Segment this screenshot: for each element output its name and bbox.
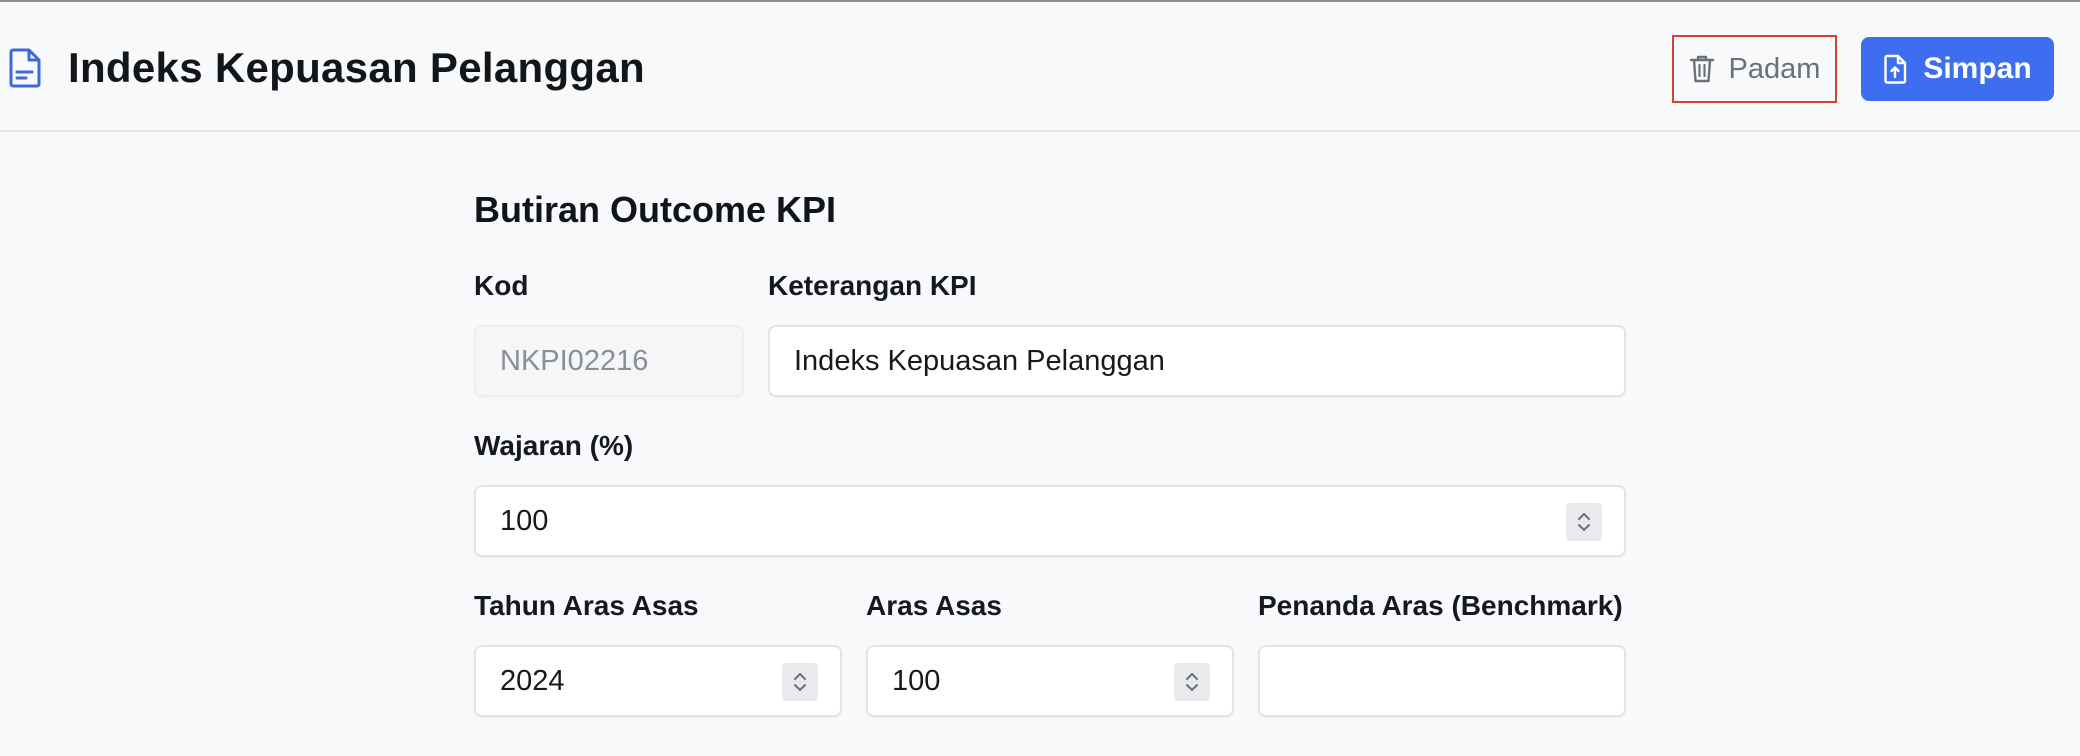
file-upload-icon — [1884, 54, 1907, 84]
tahun-aras-asas-label: Tahun Aras Asas — [474, 590, 699, 621]
tahun-aras-asas-stepper[interactable] — [782, 663, 818, 701]
wajaran-label: Wajaran (%) — [474, 430, 634, 461]
tahun-aras-asas-field[interactable]: 2024 — [474, 645, 842, 717]
delete-button-label: Padam — [1728, 52, 1821, 85]
kod-value: NKPI02216 — [500, 344, 649, 377]
wajaran-field[interactable]: 100 — [474, 485, 1626, 557]
save-button-label: Simpan — [1923, 52, 2032, 85]
wajaran-stepper[interactable] — [1566, 503, 1602, 541]
trash-icon — [1689, 55, 1714, 83]
page-header: Indeks Kepuasan Pelanggan Padam Simpan — [0, 2, 2080, 132]
aras-asas-field[interactable]: 100 — [866, 645, 1234, 717]
wajaran-value: 100 — [500, 504, 549, 537]
section-title: Butiran Outcome KPI — [474, 189, 837, 230]
chevron-up-down-icon — [1578, 513, 1590, 531]
penanda-aras-label: Penanda Aras (Benchmark) — [1258, 590, 1623, 621]
keterangan-value: Indeks Kepuasan Pelanggan — [794, 344, 1165, 377]
tahun-aras-asas-value: 2024 — [500, 664, 565, 697]
aras-asas-value: 100 — [892, 664, 941, 697]
chevron-up-down-icon — [794, 673, 806, 691]
chevron-up-down-icon — [1186, 673, 1198, 691]
page-title: Indeks Kepuasan Pelanggan — [68, 44, 646, 91]
document-icon — [9, 48, 41, 88]
aras-asas-label: Aras Asas — [866, 590, 1002, 621]
kod-label: Kod — [474, 270, 529, 301]
penanda-aras-field[interactable] — [1258, 645, 1626, 717]
delete-button[interactable]: Padam — [1672, 35, 1837, 103]
kod-field: NKPI02216 — [474, 325, 744, 397]
save-button[interactable]: Simpan — [1861, 37, 2054, 101]
aras-asas-stepper[interactable] — [1174, 663, 1210, 701]
keterangan-label: Keterangan KPI — [768, 270, 977, 301]
keterangan-field[interactable]: Indeks Kepuasan Pelanggan — [768, 325, 1626, 397]
